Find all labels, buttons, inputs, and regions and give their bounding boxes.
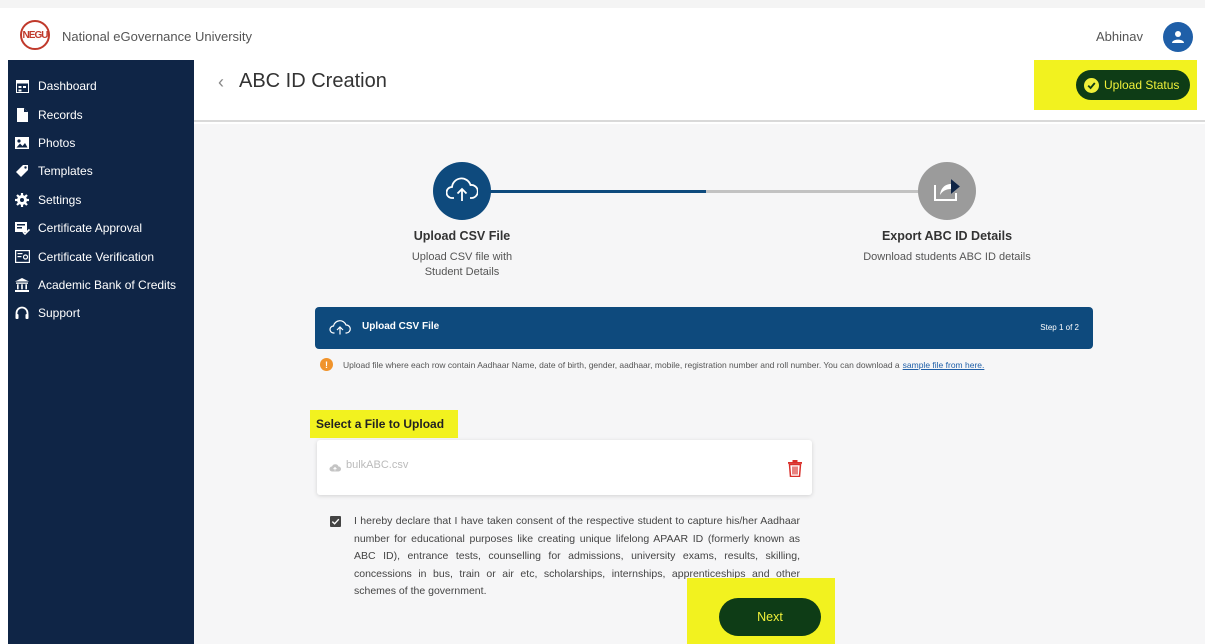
- back-chevron-icon[interactable]: ‹: [218, 72, 224, 93]
- user-name[interactable]: Abhinav: [1096, 29, 1143, 44]
- page-header: ‹ ABC ID Creation Upload Status: [194, 60, 1205, 122]
- app-title: National eGovernance University: [62, 29, 253, 44]
- tag-icon: [14, 163, 30, 179]
- file-upload-field[interactable]: bulkABC.csv: [317, 440, 812, 495]
- sidebar-item-label: Templates: [38, 164, 93, 179]
- sidebar-item-templates[interactable]: Templates: [8, 157, 194, 185]
- check-circle-icon: [1084, 77, 1099, 93]
- sidebar-item-records[interactable]: Records: [8, 100, 194, 128]
- sidebar-item-label: Academic Bank of Credits: [38, 277, 177, 292]
- document-icon: [14, 107, 30, 123]
- top-bar: NEGU National eGovernance University Abh…: [0, 0, 1205, 60]
- info-message: ! Upload file where each row contain Aad…: [320, 358, 984, 371]
- sidebar-item-label: Dashboard: [38, 79, 97, 94]
- sidebar-item-label: Support: [38, 306, 81, 321]
- sidebar: Dashboard Records Photos Templates Setti…: [8, 60, 194, 644]
- certificate-approval-icon: [14, 220, 30, 236]
- sidebar-item-certificate-verification[interactable]: Certificate Verification: [8, 242, 194, 270]
- upload-status-label: Upload Status: [1104, 78, 1180, 92]
- export-icon: [932, 176, 962, 207]
- certificate-verification-icon: [14, 249, 30, 265]
- sidebar-item-label: Settings: [38, 192, 82, 207]
- step-2-description: Download students ABC ID details: [863, 251, 1031, 263]
- sample-file-link[interactable]: sample file from here.: [903, 360, 985, 370]
- page-title: ABC ID Creation: [239, 70, 387, 92]
- user-avatar-icon[interactable]: [1163, 22, 1193, 52]
- sidebar-item-photos[interactable]: Photos: [8, 129, 194, 157]
- upload-panel-title: Upload CSV File: [362, 321, 440, 332]
- info-icon: !: [320, 358, 333, 371]
- info-text: Upload file where each row contain Aadha…: [343, 359, 900, 370]
- stepper-line-complete: [466, 190, 706, 193]
- step-1-circle: [433, 162, 491, 220]
- sidebar-item-academic-bank-of-credits[interactable]: Academic Bank of Credits: [8, 271, 194, 299]
- sidebar-item-label: Certificate Approval: [38, 221, 143, 236]
- sidebar-item-label: Certificate Verification: [38, 249, 155, 264]
- stepper-line-pending: [706, 190, 921, 193]
- university-logo[interactable]: NEGU: [20, 20, 50, 50]
- logo-text: NEGU: [22, 29, 49, 41]
- cloud-upload-icon: [445, 176, 479, 207]
- step-2-circle: [918, 162, 976, 220]
- bank-icon: [14, 277, 30, 293]
- consent-checkbox[interactable]: [330, 516, 341, 527]
- headset-icon: [14, 305, 30, 321]
- upload-panel-header: Upload CSV File Step 1 of 2: [315, 307, 1093, 349]
- file-name: bulkABC.csv: [346, 459, 409, 471]
- step-1-title: Upload CSV File: [413, 229, 511, 243]
- next-button[interactable]: Next: [719, 598, 821, 636]
- sidebar-item-settings[interactable]: Settings: [8, 186, 194, 214]
- photos-icon: [14, 135, 30, 151]
- gear-icon: [14, 192, 30, 208]
- sidebar-item-label: Records: [38, 107, 83, 122]
- cloud-upload-icon: [329, 319, 351, 340]
- step-2-title: Export ABC ID Details: [881, 229, 1013, 243]
- cloud-icon: [329, 459, 341, 477]
- sidebar-item-certificate-approval[interactable]: Certificate Approval: [8, 214, 194, 242]
- step-counter: Step 1 of 2: [1040, 323, 1079, 332]
- sidebar-item-dashboard[interactable]: Dashboard: [8, 72, 194, 100]
- step-1-description: Upload CSV file with Student Details: [411, 251, 513, 278]
- sidebar-item-label: Photos: [38, 135, 76, 150]
- upload-status-button[interactable]: Upload Status: [1076, 70, 1190, 100]
- trash-icon[interactable]: [788, 460, 802, 482]
- select-file-label: Select a File to Upload: [316, 417, 445, 431]
- dashboard-icon: [14, 78, 30, 94]
- sidebar-item-support[interactable]: Support: [8, 299, 194, 327]
